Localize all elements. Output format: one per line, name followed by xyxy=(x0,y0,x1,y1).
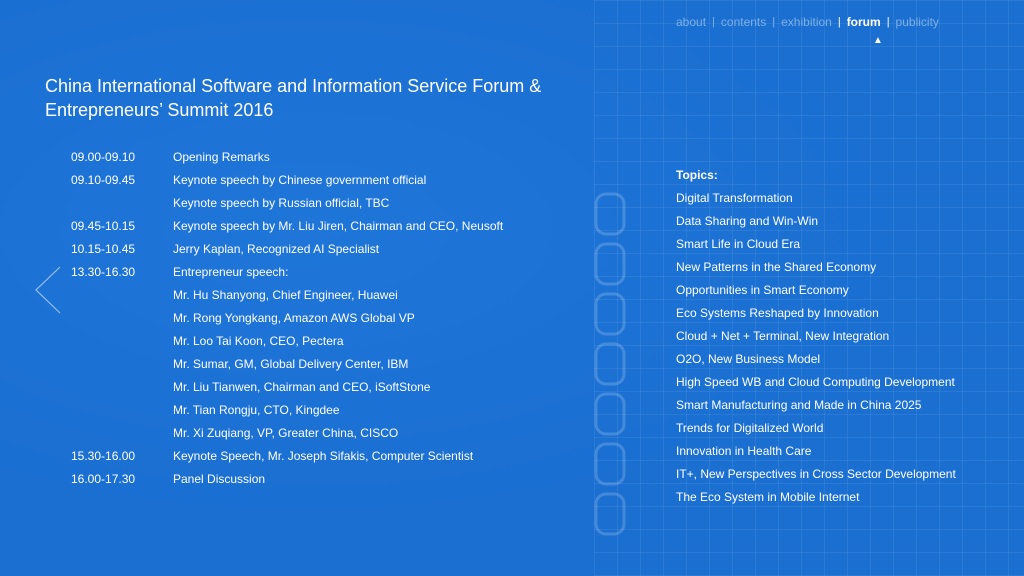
schedule-row: Mr. Hu Shanyong, Chief Engineer, Huawei xyxy=(71,288,591,311)
schedule-description: Mr. Loo Tai Koon, CEO, Pectera xyxy=(173,334,344,348)
topic-item: New Patterns in the Shared Economy xyxy=(676,260,877,274)
schedule-description: Mr. Hu Shanyong, Chief Engineer, Huawei xyxy=(173,288,398,302)
topics-list: Topics: Digital Transformation Data Shar… xyxy=(676,168,956,513)
schedule-time: 09.10-09.45 xyxy=(71,173,136,187)
schedule-description: Mr. Xi Zuqiang, VP, Greater China, CISCO xyxy=(173,426,399,440)
page-title-line-1: China International Software and Informa… xyxy=(45,76,542,96)
nav-separator: | xyxy=(712,16,715,28)
page-title-line-2: Entrepreneurs’ Summit 2016 xyxy=(45,100,274,120)
schedule-time: 09.00-09.10 xyxy=(71,150,136,164)
schedule-description: Keynote speech by Russian official, TBC xyxy=(173,196,390,210)
schedule-row: Mr. Tian Rongju, CTO, Kingdee xyxy=(71,403,591,426)
nav-separator: | xyxy=(837,16,841,28)
schedule-row: Mr. Rong Yongkang, Amazon AWS Global VP xyxy=(71,311,591,334)
schedule-description: Keynote speech by Chinese government off… xyxy=(173,173,427,187)
schedule-row: Mr. Liu Tianwen, Chairman and CEO, iSoft… xyxy=(71,380,591,403)
top-nav: about | contents | exhibition | forum | … xyxy=(676,14,939,30)
topic-item: Innovation in Health Care xyxy=(676,444,812,458)
schedule-time: 13.30-16.30 xyxy=(71,265,136,279)
topic-item: O2O, New Business Model xyxy=(676,352,821,366)
schedule-row: 09.45-10.15 Keynote speech by Mr. Liu Jir… xyxy=(71,219,591,242)
schedule-description: Keynote speech by Mr. Liu Jiren, Chairma… xyxy=(173,219,504,233)
topic-item: Digital Transformation xyxy=(676,191,793,205)
schedule-description: Mr. Tian Rongju, CTO, Kingdee xyxy=(173,403,340,417)
schedule-row: 10.15-10.45 Jerry Kaplan, Recognized AI S… xyxy=(71,242,591,265)
schedule-description: Entrepreneur speech: xyxy=(173,265,289,279)
schedule-description: Mr. Sumar, GM, Global Delivery Center, I… xyxy=(173,357,409,371)
schedule-description: Keynote Speech, Mr. Joseph Sifakis, Comp… xyxy=(173,449,474,463)
schedule-row: 15.30-16.00 Keynote Speech, Mr. Joseph Si… xyxy=(71,449,591,472)
forum-schedule: 09.00-09.10 Opening Remarks 09.10-09.45 Ke… xyxy=(71,150,591,495)
topic-item: Opportunities in Smart Economy xyxy=(676,283,849,297)
nav-contents[interactable]: contents xyxy=(721,15,766,29)
schedule-row: Mr. Sumar, GM, Global Delivery Center, I… xyxy=(71,357,591,380)
schedule-row: Mr. Xi Zuqiang, VP, Greater China, CISCO xyxy=(71,426,591,449)
topic-item: Cloud + Net + Terminal, New Integration xyxy=(676,329,890,343)
schedule-time: 15.30-16.00 xyxy=(71,449,136,463)
topic-item: Smart Manufacturing and Made in China 20… xyxy=(676,398,922,412)
topic-item: Eco Systems Reshaped by Innovation xyxy=(676,306,879,320)
schedule-row: 09.10-09.45 Keynote speech by Chinese gov… xyxy=(71,173,591,196)
schedule-row: 09.00-09.10 Opening Remarks xyxy=(71,150,591,173)
schedule-time: 09.45-10.15 xyxy=(71,219,136,233)
schedule-description: Jerry Kaplan, Recognized AI Specialist xyxy=(173,242,380,256)
schedule-description: Opening Remarks xyxy=(173,150,270,164)
active-tab-indicator-icon: ▲ xyxy=(873,35,883,46)
page-title: China International Software and Informa… xyxy=(45,74,625,122)
schedule-row: Mr. Loo Tai Koon, CEO, Pectera xyxy=(71,334,591,357)
schedule-row: 16.00-17.30 Panel Discussion xyxy=(71,472,591,495)
topics-heading: Topics: xyxy=(676,168,718,182)
topic-item: The Eco System in Mobile Internet xyxy=(676,490,860,504)
nav-exhibition[interactable]: exhibition xyxy=(781,15,832,29)
schedule-description: Mr. Liu Tianwen, Chairman and CEO, iSoft… xyxy=(173,380,431,394)
nav-separator: | xyxy=(772,16,776,28)
nav-about[interactable]: about xyxy=(676,15,706,29)
decorative-watermark xyxy=(590,190,630,540)
topic-item: High Speed WB and Cloud Computing Develo… xyxy=(676,375,955,389)
schedule-description: Panel Discussion xyxy=(173,472,266,486)
schedule-time: 10.15-10.45 xyxy=(71,242,136,256)
schedule-row: 13.30-16.30 Entrepreneur speech: xyxy=(71,265,591,288)
topic-item: IT+, New Perspectives in Cross Sector De… xyxy=(676,467,956,481)
nav-forum[interactable]: forum xyxy=(847,15,881,29)
schedule-row: Keynote speech by Russian official, TBC xyxy=(71,196,591,219)
topic-item: Trends for Digitalized World xyxy=(676,421,824,435)
nav-publicity[interactable]: publicity xyxy=(896,15,939,29)
nav-separator: | xyxy=(886,16,890,28)
topic-item: Smart Life in Cloud Era xyxy=(676,237,801,251)
schedule-time: 16.00-17.30 xyxy=(71,472,136,486)
schedule-description: Mr. Rong Yongkang, Amazon AWS Global VP xyxy=(173,311,415,325)
topic-item: Data Sharing and Win-Win xyxy=(676,214,819,228)
chevron-left-icon[interactable] xyxy=(34,265,64,320)
